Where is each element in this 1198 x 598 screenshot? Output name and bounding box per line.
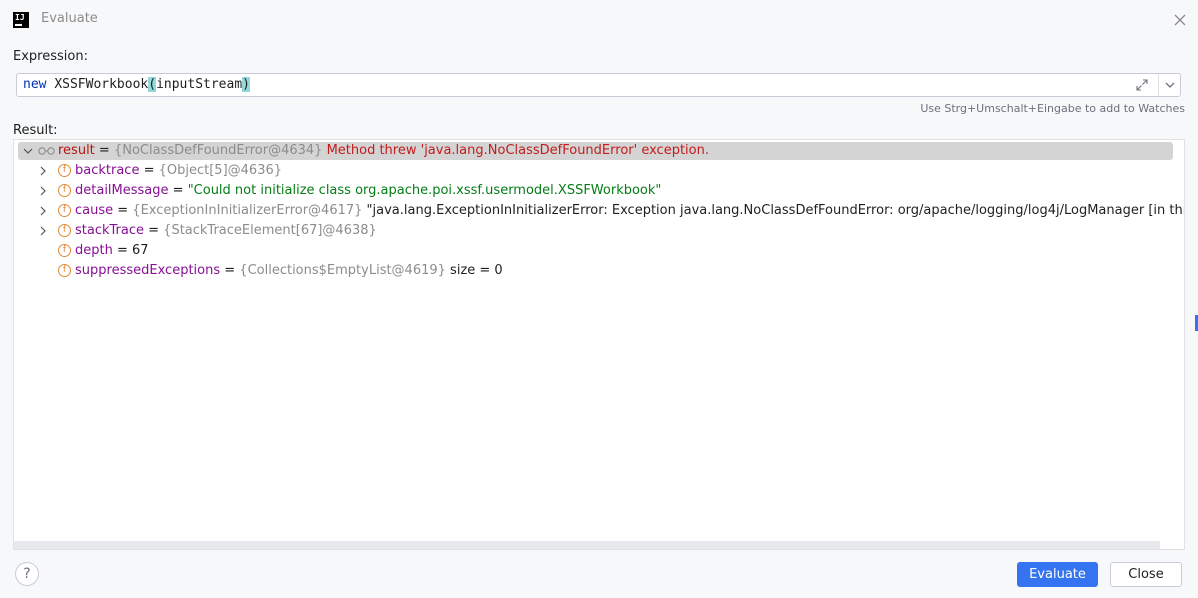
- tree-row-text: cause = {ExceptionInInitializerError@461…: [75, 203, 1184, 218]
- field-ref: {ExceptionInInitializerError@4617}: [132, 203, 363, 218]
- field-eq: =: [139, 163, 159, 178]
- window-title: Evaluate: [41, 11, 98, 26]
- expression-label: Expression:: [13, 49, 88, 64]
- help-button[interactable]: ?: [15, 562, 39, 586]
- field-name: stackTrace: [75, 223, 144, 238]
- horizontal-scrollbar[interactable]: [14, 541, 1160, 549]
- field-icon: f: [58, 204, 71, 217]
- close-icon[interactable]: [1172, 12, 1188, 28]
- intellij-app-icon: IJ: [13, 12, 29, 28]
- result-line: result = {NoClassDefFoundError@4634} Met…: [58, 143, 709, 158]
- tree-row-result[interactable]: result = {NoClassDefFoundError@4634} Met…: [18, 142, 1173, 160]
- field-icon: f: [58, 164, 71, 177]
- field-value: 67: [132, 243, 149, 258]
- field-icon: f: [58, 244, 71, 257]
- expression-class: XSSFWorkbook: [54, 77, 149, 92]
- field-eq: =: [144, 223, 164, 238]
- expression-text[interactable]: new XSSFWorkbook(inputStream): [23, 77, 250, 92]
- tree-row[interactable]: f stackTrace = {StackTraceElement[67]@46…: [14, 221, 1184, 241]
- field-name: depth: [75, 243, 113, 258]
- result-tree[interactable]: result = {NoClassDefFoundError@4634} Met…: [13, 139, 1185, 550]
- watches-hint: Use Strg+Umschalt+Eingabe to add to Watc…: [920, 102, 1185, 115]
- expression-close-paren: ): [242, 77, 250, 92]
- field-name: cause: [75, 203, 114, 218]
- result-name: result: [58, 143, 95, 158]
- tree-row-text: stackTrace = {StackTraceElement[67]@4638…: [75, 223, 377, 238]
- expand-editor-icon[interactable]: [1134, 77, 1150, 93]
- field-value: size = 0: [445, 263, 503, 278]
- field-icon: f: [58, 224, 71, 237]
- chevron-right-icon[interactable]: [36, 184, 50, 198]
- tree-row-text: depth = 67: [75, 243, 149, 258]
- result-label: Result:: [13, 123, 58, 138]
- field-eq: =: [113, 203, 133, 218]
- field-name: suppressedExceptions: [75, 263, 221, 278]
- expression-input[interactable]: new XSSFWorkbook(inputStream): [16, 73, 1181, 97]
- result-eq: =: [94, 143, 114, 158]
- evaluate-button[interactable]: Evaluate: [1017, 562, 1098, 587]
- field-ref: {StackTraceElement[67]@4638}: [163, 223, 377, 238]
- field-value: "java.lang.ExceptionInInitializerError: …: [362, 203, 1184, 218]
- field-eq: =: [112, 243, 133, 258]
- chevron-down-icon[interactable]: [1162, 77, 1178, 93]
- result-message: Method threw 'java.lang.NoClassDefFoundE…: [322, 143, 709, 158]
- expression-argument: inputStream: [156, 77, 243, 92]
- chevron-down-icon[interactable]: [21, 144, 35, 158]
- tree-row-text: suppressedExceptions = {Collections$Empt…: [75, 263, 503, 278]
- tree-row[interactable]: f suppressedExceptions = {Collections$Em…: [14, 261, 1184, 281]
- tree-row-text: backtrace = {Object[5]@4636}: [75, 163, 282, 178]
- expression-open-paren: (: [148, 77, 157, 92]
- tree-row[interactable]: f depth = 67: [14, 241, 1184, 261]
- tree-row[interactable]: f detailMessage = "Could not initialize …: [14, 181, 1184, 201]
- result-ref: {NoClassDefFoundError@4634}: [113, 143, 323, 158]
- field-icon: f: [58, 264, 71, 277]
- expression-keyword: new: [23, 77, 47, 92]
- watch-glasses-icon: [38, 147, 55, 155]
- tree-row[interactable]: f backtrace = {Object[5]@4636}: [14, 161, 1184, 181]
- field-ref: {Object[5]@4636}: [158, 163, 283, 178]
- tree-row[interactable]: f cause = {ExceptionInInitializerError@4…: [14, 201, 1184, 221]
- close-button[interactable]: Close: [1110, 562, 1182, 587]
- chevron-right-icon[interactable]: [36, 164, 50, 178]
- field-icon: f: [58, 184, 71, 197]
- field-name: backtrace: [75, 163, 140, 178]
- field-value: "Could not initialize class org.apache.p…: [187, 183, 662, 198]
- field-ref: {Collections$EmptyList@4619}: [239, 263, 446, 278]
- chevron-right-icon[interactable]: [36, 204, 50, 218]
- field-name: detailMessage: [75, 183, 169, 198]
- chevron-right-icon[interactable]: [36, 224, 50, 238]
- title-bar: IJ Evaluate: [0, 0, 1198, 40]
- tree-row-text: detailMessage = "Could not initialize cl…: [75, 183, 661, 198]
- field-eq: =: [168, 183, 188, 198]
- dropdown-separator: [1158, 74, 1159, 96]
- field-eq: =: [220, 263, 240, 278]
